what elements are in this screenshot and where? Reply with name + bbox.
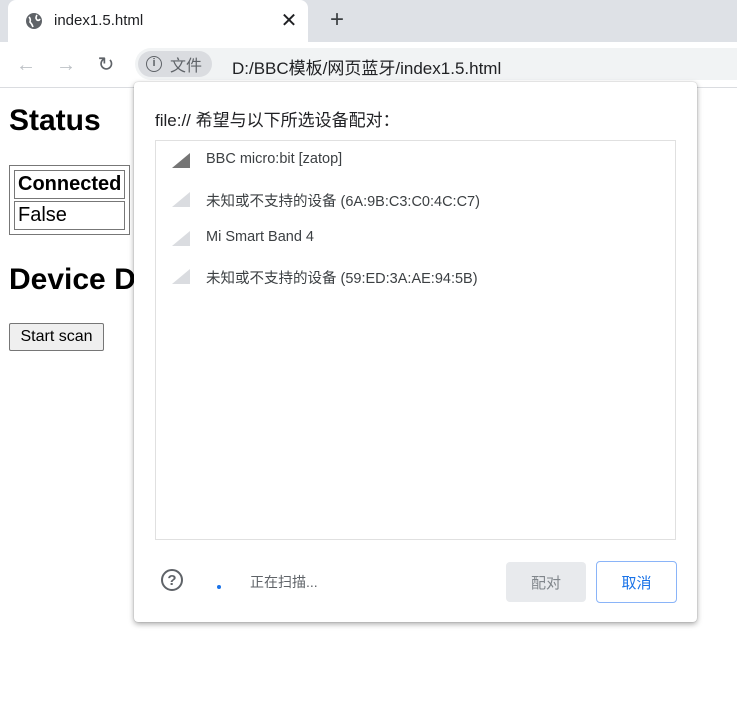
info-icon: i xyxy=(146,56,162,72)
browser-tab[interactable]: index1.5.html ✕ xyxy=(8,0,308,42)
tab-title: index1.5.html xyxy=(54,12,144,29)
dialog-footer: ? 正在扫描... 配对 取消 xyxy=(134,552,697,612)
device-name: Mi Smart Band 4 xyxy=(206,229,314,245)
signal-strength-icon xyxy=(172,269,190,284)
device-row[interactable]: BBC micro:bit [zatop] xyxy=(156,142,675,178)
site-info-chip[interactable]: i 文件 xyxy=(138,51,213,77)
device-name: 未知或不支持的设备 (6A:9B:C3:C0:4C:C7) xyxy=(206,194,480,210)
device-row[interactable]: 未知或不支持的设备 (59:ED:3A:AE:94:5B) xyxy=(156,258,675,294)
globe-icon xyxy=(26,13,42,29)
signal-strength-icon xyxy=(172,231,190,246)
device-name: BBC micro:bit [zatop] xyxy=(206,151,343,167)
status-heading: Status xyxy=(9,104,101,137)
cancel-button[interactable]: 取消 xyxy=(596,561,677,603)
device-row[interactable]: Mi Smart Band 4 xyxy=(156,220,675,256)
status-table: Connected False xyxy=(9,165,131,235)
dialog-title: file:// 希望与以下所选设备配对： xyxy=(155,111,400,130)
scanning-spinner-icon xyxy=(217,585,221,589)
forward-arrow-icon[interactable]: → xyxy=(54,53,78,77)
reload-icon[interactable]: ↻ xyxy=(94,53,118,77)
bluetooth-pairing-dialog: file:// 希望与以下所选设备配对： BBC micro:bit [zato… xyxy=(134,82,697,622)
connected-header: Connected xyxy=(14,170,126,199)
address-bar[interactable]: i 文件 D:/BBC模板/网页蓝牙/index1.5.html xyxy=(135,48,737,80)
device-row[interactable]: 未知或不支持的设备 (6A:9B:C3:C0:4C:C7) xyxy=(156,181,675,217)
pair-button[interactable]: 配对 xyxy=(506,562,586,602)
new-tab-icon[interactable]: + xyxy=(326,8,348,32)
signal-strength-icon xyxy=(172,192,190,207)
close-tab-icon[interactable]: ✕ xyxy=(278,10,300,32)
scan-status-text: 正在扫描... xyxy=(250,574,318,590)
back-arrow-icon[interactable]: ← xyxy=(14,53,38,77)
tab-strip: index1.5.html ✕ + xyxy=(0,0,737,42)
help-icon[interactable]: ? xyxy=(161,569,183,591)
site-info-label: 文件 xyxy=(170,58,203,75)
signal-strength-icon xyxy=(172,153,190,168)
device-name: 未知或不支持的设备 (59:ED:3A:AE:94:5B) xyxy=(206,271,478,287)
start-scan-button[interactable]: Start scan xyxy=(9,323,104,351)
url-text[interactable]: D:/BBC模板/网页蓝牙/index1.5.html xyxy=(232,54,501,79)
device-list: BBC micro:bit [zatop] 未知或不支持的设备 (6A:9B:C… xyxy=(155,140,676,540)
connected-value: False xyxy=(14,201,126,230)
